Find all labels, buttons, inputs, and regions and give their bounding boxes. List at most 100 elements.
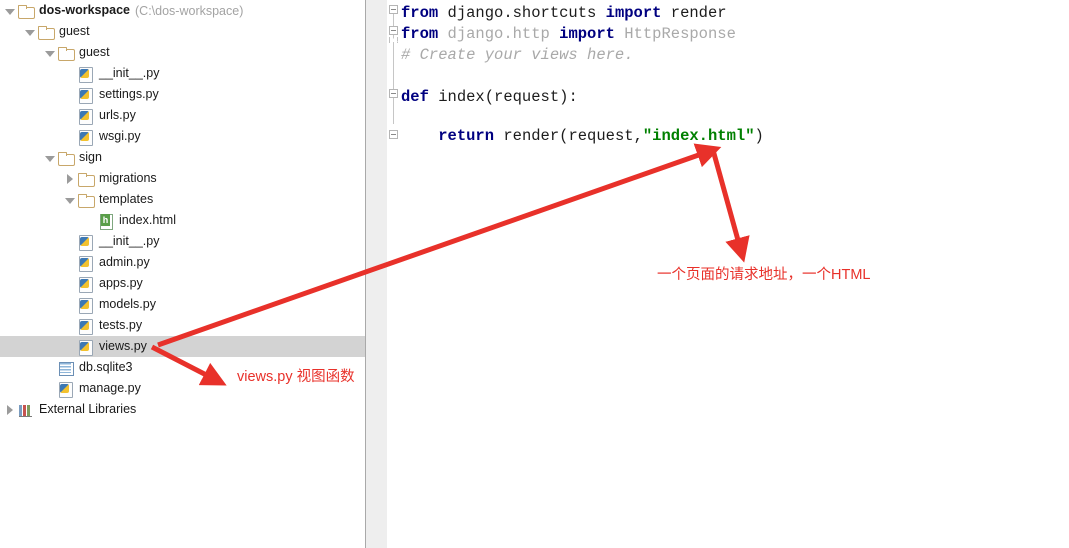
tree-node-label: settings.py: [99, 87, 159, 101]
html-file-icon: [98, 213, 114, 230]
python-file-icon: [78, 66, 94, 83]
twisty-spacer: [44, 362, 56, 374]
tree-node-label: __init__.py: [99, 66, 160, 80]
chevron-right-icon[interactable]: [4, 404, 16, 416]
python-file-icon: [58, 381, 74, 398]
tree-node-label: db.sqlite3: [79, 360, 133, 374]
tree-row[interactable]: __init__.py: [0, 63, 365, 84]
project-tool-window: dos-workspace (C:\dos-workspace) guest gues…: [0, 0, 365, 548]
chevron-down-icon[interactable]: [64, 194, 76, 206]
code-token: from: [401, 25, 448, 43]
code-line[interactable]: def index(request):: [401, 87, 578, 108]
ide-window: dos-workspace (C:\dos-workspace) guest gues…: [0, 0, 1069, 548]
fold-box-icon[interactable]: [389, 130, 398, 139]
tree-node-label: migrations: [99, 171, 157, 185]
code-token: render(request,: [503, 127, 643, 145]
tree-node-label: urls.py: [99, 108, 136, 122]
tree-row[interactable]: templates: [0, 189, 365, 210]
twisty-spacer: [44, 383, 56, 395]
tree-row[interactable]: models.py: [0, 294, 365, 315]
folder-icon: [58, 150, 75, 166]
tree-node-label: guest: [79, 45, 110, 59]
twisty-spacer: [64, 68, 76, 80]
tree-row[interactable]: views.py: [0, 336, 365, 357]
tree-row[interactable]: apps.py: [0, 273, 365, 294]
twisty-spacer: [64, 110, 76, 122]
code-folding-rail[interactable]: [387, 0, 400, 548]
tree-row[interactable]: wsgi.py: [0, 126, 365, 147]
python-file-icon: [78, 129, 94, 146]
chevron-down-icon[interactable]: [4, 5, 16, 17]
tree-row[interactable]: admin.py: [0, 252, 365, 273]
code-token: return: [438, 127, 504, 145]
code-token: def: [401, 88, 439, 106]
fold-box-icon[interactable]: [389, 26, 398, 35]
chevron-down-icon[interactable]: [44, 47, 56, 59]
code-token: HttpResponse: [624, 25, 736, 43]
folder-icon: [38, 24, 55, 40]
tree-row[interactable]: tests.py: [0, 315, 365, 336]
twisty-spacer: [64, 320, 76, 332]
twisty-spacer: [64, 131, 76, 143]
tree-node-label: __init__.py: [99, 234, 160, 248]
tree-node-label: External Libraries: [39, 402, 137, 416]
chevron-right-icon[interactable]: [64, 173, 76, 185]
tree-node-label: index.html: [119, 213, 176, 227]
tree-row[interactable]: guest: [0, 42, 365, 63]
tree-node-label: admin.py: [99, 255, 150, 269]
twisty-spacer: [64, 341, 76, 353]
tree-node-label: apps.py: [99, 276, 143, 290]
tree-node-path: (C:\dos-workspace): [135, 3, 244, 18]
python-file-icon: [78, 234, 94, 251]
twisty-spacer: [64, 89, 76, 101]
twisty-spacer: [64, 257, 76, 269]
tree-node-label: tests.py: [99, 318, 143, 332]
annotation-views-note: views.py 视图函数: [237, 369, 355, 385]
code-token: from: [401, 4, 448, 22]
code-line[interactable]: from django.http import HttpResponse: [401, 24, 736, 45]
fold-box-icon[interactable]: [389, 5, 398, 14]
tree-row[interactable]: __init__.py: [0, 231, 365, 252]
code-token: "index.html": [642, 127, 755, 145]
chevron-down-icon[interactable]: [24, 26, 36, 38]
fold-arrow-icon[interactable]: [389, 37, 398, 43]
chevron-down-icon[interactable]: [44, 152, 56, 164]
tree-row[interactable]: sign: [0, 147, 365, 168]
tree-row[interactable]: settings.py: [0, 84, 365, 105]
code-line[interactable]: from django.shortcuts import render: [401, 3, 727, 24]
python-file-icon: [78, 297, 94, 314]
tree-row[interactable]: urls.py: [0, 105, 365, 126]
folder-icon: [58, 45, 75, 61]
tree-node-label: sign: [79, 150, 102, 164]
tree-row[interactable]: index.html: [0, 210, 365, 231]
code-token: ): [754, 127, 764, 145]
tree-row[interactable]: dos-workspace (C:\dos-workspace): [0, 0, 365, 21]
python-file-icon: [78, 318, 94, 335]
fold-box-icon[interactable]: [389, 89, 398, 98]
folder-icon: [18, 3, 35, 19]
code-token: django.http: [447, 25, 560, 43]
code-line[interactable]: # Create your views here.: [401, 45, 634, 66]
tree-row[interactable]: guest: [0, 21, 365, 42]
libraries-icon: [18, 402, 34, 418]
code-line[interactable]: return render(request,"index.html"): [401, 126, 764, 147]
tree-row[interactable]: migrations: [0, 168, 365, 189]
twisty-spacer: [64, 299, 76, 311]
twisty-spacer: [64, 278, 76, 290]
tree-node-label: views.py: [99, 339, 147, 353]
tree-row[interactable]: External Libraries: [0, 399, 365, 420]
python-file-icon: [78, 108, 94, 125]
